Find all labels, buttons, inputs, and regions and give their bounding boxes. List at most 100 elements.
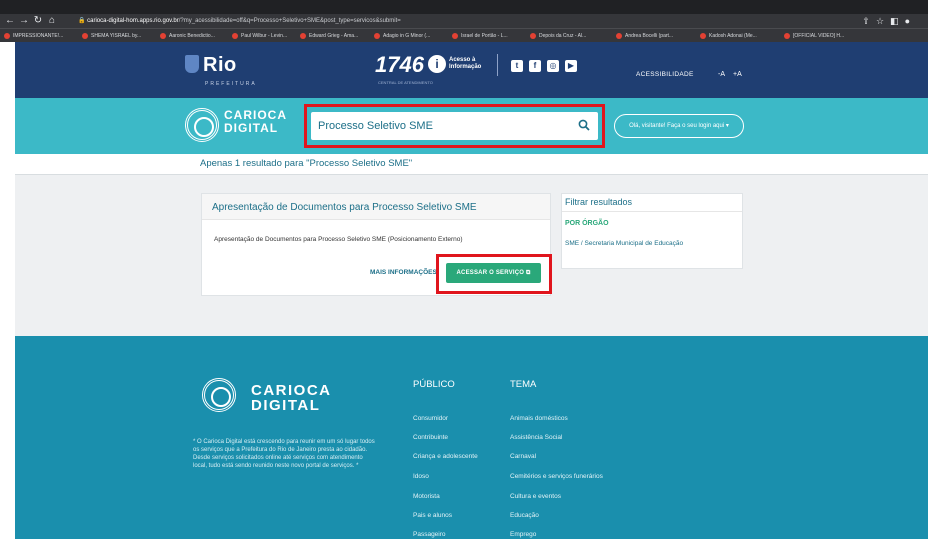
- reload-icon[interactable]: ↻: [32, 15, 44, 27]
- home-icon[interactable]: ⌂: [46, 15, 58, 27]
- filter-by-organ: POR ÓRGÃO: [565, 220, 609, 227]
- rio-logo-text: Rio: [203, 54, 237, 76]
- bookmark-item[interactable]: Andrea Bocelli (part...: [616, 32, 673, 40]
- bookmark-favicon-icon: [530, 32, 536, 39]
- site-footer: [15, 336, 928, 539]
- lock-icon: 🔒: [78, 18, 88, 24]
- bookmark-item[interactable]: Depois da Cruz - Al...: [530, 32, 586, 40]
- rio-shield-icon: [185, 55, 199, 73]
- footer-logo-line2: DIGITAL: [251, 397, 321, 414]
- more-info-link[interactable]: MAIS INFORMAÇÕES: [370, 269, 437, 276]
- bookmark-favicon-icon: [4, 32, 10, 39]
- bookmark-label: SHEMA YISRAEL by...: [91, 33, 142, 39]
- search-box[interactable]: [311, 112, 598, 140]
- footer-link[interactable]: Educação: [510, 512, 539, 519]
- chevron-down-icon: ▾: [725, 123, 729, 129]
- bookmark-item[interactable]: [OFFICIAL VIDEO] H...: [784, 32, 844, 40]
- footer-tema-title: TEMA: [510, 379, 537, 390]
- bookmark-label: Kadosh Adonai (Me...: [709, 33, 757, 39]
- bookmark-favicon-icon: [452, 32, 458, 39]
- facebook-icon[interactable]: f: [529, 60, 541, 72]
- bookmark-item[interactable]: Kadosh Adonai (Me...: [700, 32, 757, 40]
- bookmark-favicon-icon: [160, 32, 166, 39]
- footer-link[interactable]: Carnaval: [510, 453, 536, 460]
- window-icon[interactable]: ◧: [890, 16, 905, 26]
- footer-link[interactable]: Animais domésticos: [510, 415, 568, 422]
- bookmark-item[interactable]: Israel de Portão - L...: [452, 32, 508, 40]
- filter-panel: Filtrar resultados POR ÓRGÃO SME / Secre…: [561, 193, 743, 269]
- rio-logo[interactable]: Rio: [185, 54, 237, 77]
- profile-icon[interactable]: ●: [905, 16, 916, 26]
- central-1746-logo[interactable]: 1746: [375, 52, 424, 78]
- bookmark-favicon-icon: [616, 32, 622, 39]
- bookmark-label: Paul Wilbur - Levin...: [241, 33, 288, 39]
- bookmark-favicon-icon: [82, 32, 88, 39]
- info-icon[interactable]: i: [428, 55, 446, 73]
- footer-link[interactable]: Contribuinte: [413, 434, 448, 441]
- bookmark-label: [OFFICIAL VIDEO] H...: [793, 33, 845, 39]
- bookmark-label: Andrea Bocelli (part...: [625, 33, 674, 39]
- bookmark-item[interactable]: IMPRESSIONANTE!...: [4, 32, 63, 40]
- footer-link[interactable]: Emprego: [510, 531, 536, 538]
- footer-link[interactable]: Assistência Social: [510, 434, 562, 441]
- acesso-line2: Informação: [449, 64, 482, 70]
- star-icon[interactable]: ☆: [876, 16, 890, 26]
- rio-logo-subtitle: PREFEITURA: [205, 81, 257, 87]
- url-path: /?my_acessibilidade=off&q=Processo+Selet…: [178, 18, 401, 24]
- external-link-icon: ⧉: [526, 270, 531, 276]
- bookmark-label: Israel de Portão - L...: [461, 33, 508, 39]
- bookmark-label: Aaronic Benedictio...: [169, 33, 215, 39]
- bookmark-item[interactable]: Aaronic Benedictio...: [160, 32, 215, 40]
- footer-link[interactable]: Passageiro: [413, 531, 446, 538]
- search-input[interactable]: [318, 112, 568, 140]
- browser-actions[interactable]: ⇪☆◧●: [862, 15, 916, 27]
- address-bar[interactable]: 🔒 carioca-digital-hom.apps.rio.gov.br/?m…: [78, 15, 848, 27]
- footer-fingerprint-icon: [202, 378, 236, 412]
- youtube-icon[interactable]: ▶: [565, 60, 577, 72]
- footer-link[interactable]: Cultura e eventos: [510, 493, 561, 500]
- login-button[interactable]: Olá, visitante! Faça o seu login aqui ▾: [614, 114, 744, 138]
- footer-link[interactable]: Criança e adolescente: [413, 453, 478, 460]
- bookmark-item[interactable]: Edward Grieg - Ama...: [300, 32, 358, 40]
- share-icon[interactable]: ⇪: [862, 16, 876, 26]
- font-increase-button[interactable]: +A: [733, 71, 742, 78]
- bookmark-favicon-icon: [232, 32, 238, 39]
- logo-line2: DIGITAL: [224, 121, 279, 135]
- search-icon[interactable]: [578, 119, 590, 131]
- back-icon[interactable]: ←: [4, 15, 16, 27]
- central-1746-subtitle: CENTRAL DE ATENDIMENTO: [378, 80, 433, 85]
- footer-link[interactable]: Motorista: [413, 493, 440, 500]
- bookmark-favicon-icon: [300, 32, 306, 39]
- acesso-line1: Acesso à: [449, 57, 476, 63]
- instagram-icon[interactable]: ◎: [547, 60, 559, 72]
- bookmark-label: Depois da Cruz - Al...: [539, 33, 587, 39]
- footer-about-text: * O Carioca Digital está crescendo para …: [193, 439, 375, 469]
- result-card-title[interactable]: Apresentação de Documentos para Processo…: [212, 202, 477, 213]
- bookmark-favicon-icon: [784, 32, 790, 39]
- access-service-button[interactable]: ACESSAR O SERVIÇO ⧉: [446, 263, 541, 283]
- page: ← → ↻ ⌂ 🔒 carioca-digital-hom.apps.rio.g…: [0, 0, 928, 539]
- forward-icon[interactable]: →: [18, 15, 30, 27]
- twitter-icon[interactable]: t: [511, 60, 523, 72]
- font-decrease-button[interactable]: -A: [718, 71, 725, 78]
- footer-link[interactable]: Pais e alunos: [413, 512, 452, 519]
- results-summary: Apenas 1 resultado para "Processo Seleti…: [200, 158, 413, 169]
- footer-link[interactable]: Consumidor: [413, 415, 448, 422]
- footer-link[interactable]: Cemitérios e serviços funerários: [510, 473, 603, 480]
- header-divider: [497, 54, 498, 76]
- footer-carioca-digital-logo[interactable]: CARIOCA DIGITAL: [251, 383, 332, 413]
- carioca-digital-logo[interactable]: CARIOCA DIGITAL: [224, 109, 287, 135]
- bookmark-item[interactable]: Adagio in G Minor (...: [374, 32, 430, 40]
- acesso-informacao-link[interactable]: Acesso à Informação: [449, 57, 481, 71]
- url-host: carioca-digital-hom.apps.rio.gov.br: [87, 18, 179, 24]
- logo-line1: CARIOCA: [224, 108, 287, 122]
- bookmark-favicon-icon: [700, 32, 706, 39]
- acessibilidade-link[interactable]: ACESSIBILIDADE: [636, 71, 694, 78]
- bookmark-item[interactable]: SHEMA YISRAEL by...: [82, 32, 141, 40]
- bookmark-label: Edward Grieg - Ama...: [309, 33, 359, 39]
- login-label: Olá, visitante! Faça o seu login aqui: [629, 123, 725, 129]
- bookmark-favicon-icon: [374, 32, 380, 39]
- filter-item-sme[interactable]: SME / Secretaria Municipal de Educação: [565, 240, 683, 247]
- footer-link[interactable]: Idoso: [413, 473, 429, 480]
- bookmark-item[interactable]: Paul Wilbur - Levin...: [232, 32, 287, 40]
